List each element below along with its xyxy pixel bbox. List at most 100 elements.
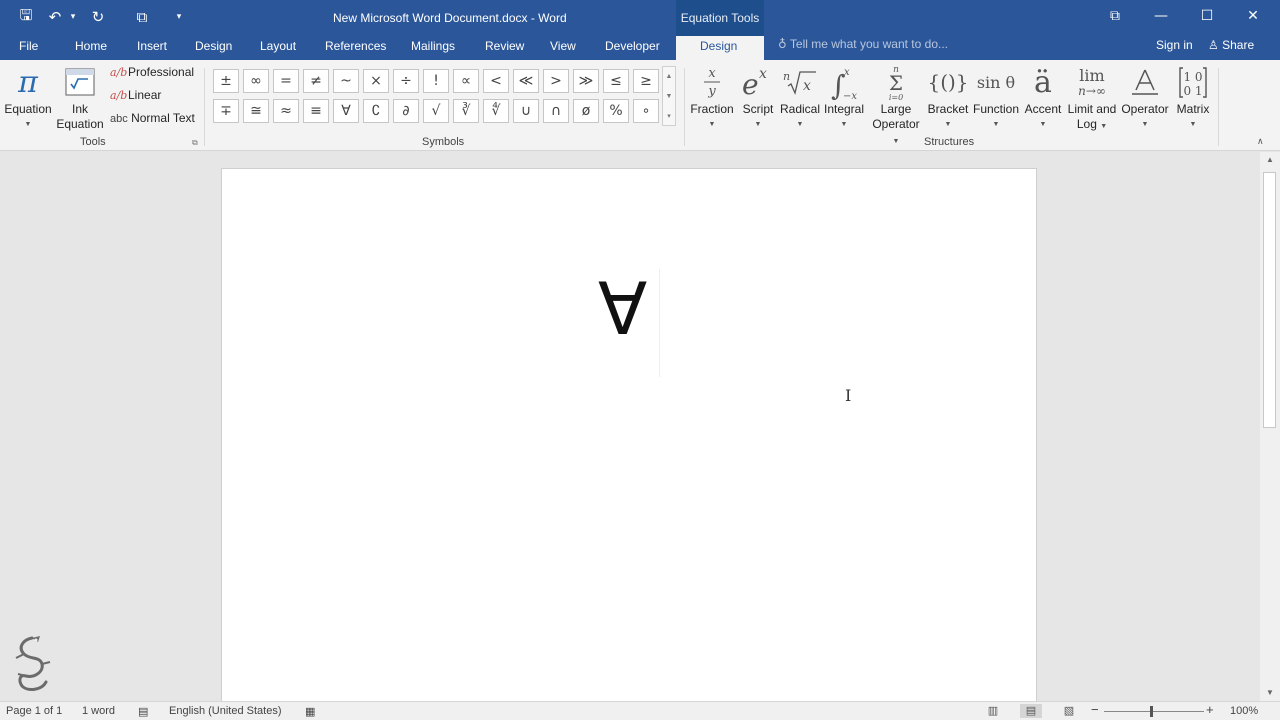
language[interactable]: English (United States) bbox=[169, 705, 282, 717]
symbol-button[interactable]: ≤ bbox=[603, 69, 629, 93]
symbol-button[interactable]: ≡ bbox=[303, 99, 329, 123]
equation-content[interactable]: ∀ bbox=[598, 273, 647, 345]
tab-insert[interactable]: Insert bbox=[137, 36, 167, 60]
professional-button[interactable]: a/bProfessional bbox=[110, 65, 194, 79]
page-count[interactable]: Page 1 of 1 bbox=[6, 705, 62, 717]
scroll-down-icon[interactable]: ▼ bbox=[1260, 685, 1280, 701]
gallery-down-icon[interactable]: ▼ bbox=[663, 87, 675, 107]
normal-text-button[interactable]: abc Normal Text bbox=[110, 111, 195, 125]
symbol-button[interactable]: ~ bbox=[333, 69, 359, 93]
linear-button[interactable]: a/bLinear bbox=[110, 88, 161, 102]
tab-file[interactable]: File bbox=[19, 36, 38, 60]
tab-equation-design[interactable]: Design bbox=[676, 36, 764, 60]
chevron-down-icon: ▼ bbox=[754, 121, 762, 128]
zoom-slider-thumb[interactable] bbox=[1150, 706, 1153, 717]
ribbon-display-options-icon[interactable]: ⧉ bbox=[1092, 0, 1138, 32]
vertical-scrollbar[interactable]: ▲ ▼ bbox=[1260, 152, 1280, 701]
macro-record-icon[interactable]: ▦ bbox=[305, 705, 315, 718]
symbol-button[interactable]: ≪ bbox=[513, 69, 539, 93]
symbol-button[interactable]: ∂ bbox=[393, 99, 419, 123]
scroll-up-icon[interactable]: ▲ bbox=[1260, 152, 1280, 168]
symbol-button[interactable]: ≥ bbox=[633, 69, 659, 93]
tab-home[interactable]: Home bbox=[75, 36, 107, 60]
limit-and-log-button[interactable]: lim n→∞ Limit and Log ▼ bbox=[1064, 62, 1120, 134]
symbol-button[interactable]: ! bbox=[423, 69, 449, 93]
operator-button[interactable]: Operator ▼ bbox=[1120, 62, 1170, 132]
symbol-button[interactable]: ∜ bbox=[483, 99, 509, 123]
accent-button[interactable]: ä Accent ▼ bbox=[1022, 62, 1064, 132]
symbol-button[interactable]: ≠ bbox=[303, 69, 329, 93]
symbol-button[interactable]: ± bbox=[213, 69, 239, 93]
gallery-more-icon[interactable]: ▾ bbox=[663, 107, 675, 127]
print-layout-icon[interactable]: ▤ bbox=[1020, 704, 1042, 718]
function-button[interactable]: sin θ Function ▼ bbox=[970, 62, 1022, 132]
symbol-button[interactable]: ∘ bbox=[633, 99, 659, 123]
close-icon[interactable]: ✕ bbox=[1230, 0, 1276, 32]
integral-button[interactable]: ∫ x −x Integral ▼ bbox=[821, 62, 867, 132]
symbol-button[interactable]: ∀ bbox=[333, 99, 359, 123]
tab-mailings[interactable]: Mailings bbox=[411, 36, 455, 60]
dialog-launcher-icon[interactable]: ⧉ bbox=[192, 138, 198, 148]
matrix-button[interactable]: 1 00 1 Matrix ▼ bbox=[1170, 62, 1216, 132]
customize-qat-icon[interactable]: ▾ bbox=[168, 4, 190, 30]
tab-view[interactable]: View bbox=[550, 36, 576, 60]
zoom-level[interactable]: 100% bbox=[1230, 705, 1258, 717]
collapse-ribbon-icon[interactable]: ∧ bbox=[1257, 136, 1264, 147]
zoom-slider[interactable] bbox=[1104, 711, 1204, 712]
symbol-button[interactable]: ∓ bbox=[213, 99, 239, 123]
zoom-in-icon[interactable]: + bbox=[1206, 702, 1214, 717]
tab-review[interactable]: Review bbox=[485, 36, 524, 60]
symbol-button[interactable]: ≈ bbox=[273, 99, 299, 123]
symbol-button[interactable]: ∁ bbox=[363, 99, 389, 123]
symbol-button[interactable]: ≅ bbox=[243, 99, 269, 123]
zoom-out-icon[interactable]: − bbox=[1091, 702, 1099, 717]
quick-access-toolbar: 🖫 ↶ ▾ ↻ ⧉ ▾ bbox=[8, 4, 190, 30]
large-operator-button[interactable]: n Σi=0 Large Operator ▼ bbox=[870, 62, 922, 149]
gallery-up-icon[interactable]: ▲ bbox=[663, 67, 675, 87]
save-icon[interactable]: 🖫 bbox=[8, 4, 44, 30]
ink-equation-button[interactable]: Ink Equation bbox=[56, 62, 104, 132]
sign-in-link[interactable]: Sign in bbox=[1156, 38, 1193, 52]
document-page[interactable]: ∀ bbox=[221, 168, 1037, 701]
equation-button[interactable]: π Equation ▼ bbox=[4, 62, 52, 132]
undo-icon[interactable]: ↶ bbox=[44, 4, 66, 30]
symbol-button[interactable]: × bbox=[363, 69, 389, 93]
minimize-icon[interactable]: — bbox=[1138, 0, 1184, 32]
symbol-button[interactable]: ∞ bbox=[243, 69, 269, 93]
share-button[interactable]: ♙ Share bbox=[1208, 38, 1254, 52]
symbol-button[interactable]: = bbox=[273, 69, 299, 93]
redo-icon[interactable]: ↻ bbox=[80, 4, 116, 30]
symbol-button[interactable]: √ bbox=[423, 99, 449, 123]
script-button[interactable]: ex Script ▼ bbox=[736, 62, 780, 132]
undo-dropdown-icon[interactable]: ▾ bbox=[66, 4, 80, 30]
symbol-button[interactable]: ≫ bbox=[573, 69, 599, 93]
tell-me-box[interactable]: ♁ Tell me what you want to do... bbox=[778, 37, 948, 51]
symbol-button[interactable]: ∩ bbox=[543, 99, 569, 123]
symbol-button[interactable]: ÷ bbox=[393, 69, 419, 93]
maximize-icon[interactable]: ☐ bbox=[1184, 0, 1230, 32]
symbol-button[interactable]: < bbox=[483, 69, 509, 93]
fraction-button[interactable]: xy Fraction ▼ bbox=[689, 62, 735, 132]
symbol-button[interactable]: ∛ bbox=[453, 99, 479, 123]
share-label: Share bbox=[1222, 38, 1255, 52]
symbols-gallery-scroll[interactable]: ▲ ▼ ▾ bbox=[662, 66, 676, 126]
symbol-button[interactable]: ø bbox=[573, 99, 599, 123]
symbol-button[interactable]: > bbox=[543, 69, 569, 93]
read-mode-icon[interactable]: ▥ bbox=[982, 704, 1004, 718]
symbol-button[interactable]: % bbox=[603, 99, 629, 123]
touch-mode-icon[interactable]: ⧉ bbox=[116, 4, 168, 30]
radical-label: Radical bbox=[779, 102, 821, 116]
web-layout-icon[interactable]: ▧ bbox=[1058, 704, 1080, 718]
limit-log-label-1: Limit and bbox=[1067, 102, 1117, 116]
bracket-button[interactable]: {()} Bracket ▼ bbox=[924, 62, 972, 132]
tab-layout[interactable]: Layout bbox=[260, 36, 296, 60]
symbol-button[interactable]: ∪ bbox=[513, 99, 539, 123]
radical-button[interactable]: nx Radical ▼ bbox=[778, 62, 822, 132]
symbol-button[interactable]: ∝ bbox=[453, 69, 479, 93]
scroll-thumb[interactable] bbox=[1263, 172, 1276, 428]
tab-developer[interactable]: Developer bbox=[605, 36, 660, 60]
tab-references[interactable]: References bbox=[325, 36, 386, 60]
proofing-icon[interactable]: ▤ bbox=[138, 705, 148, 718]
tab-design[interactable]: Design bbox=[195, 36, 232, 60]
word-count[interactable]: 1 word bbox=[82, 705, 115, 717]
